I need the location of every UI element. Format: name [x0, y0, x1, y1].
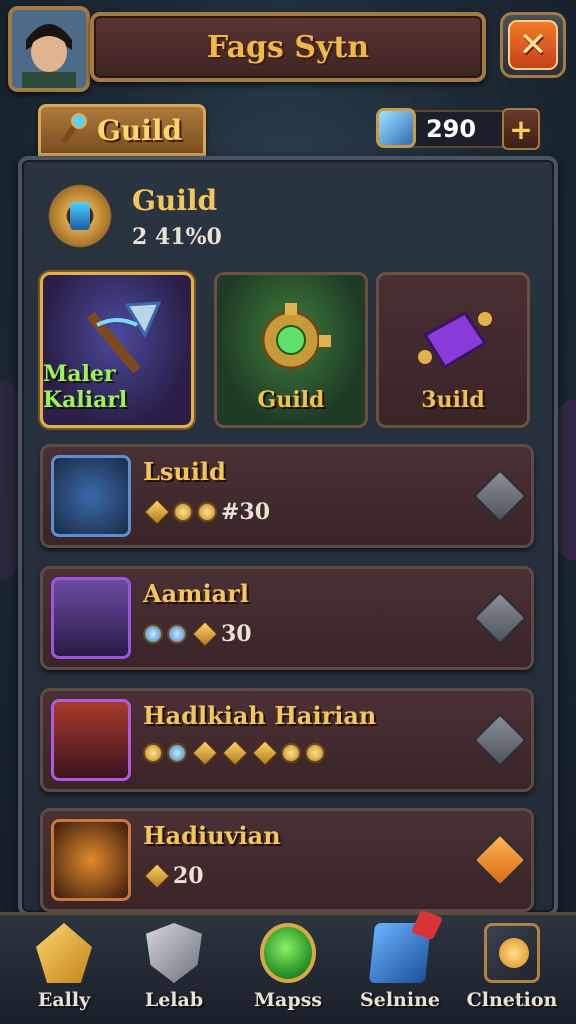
chevron-right-icon[interactable] [473, 713, 527, 767]
coin-icon [167, 624, 187, 644]
nav-item-eally[interactable]: Eally [14, 915, 114, 1024]
player-portrait-icon [12, 10, 86, 88]
close-button[interactable]: ✕ [500, 12, 566, 78]
gem-icon [376, 108, 416, 148]
diamond-icon [222, 740, 248, 766]
chevron-right-icon[interactable] [473, 591, 527, 645]
category-card-2[interactable]: Guild [214, 272, 368, 428]
title-banner: Fags Sytn [90, 12, 486, 82]
guild-amulet-icon [261, 303, 331, 370]
list-item-4-title: Hadiuvian [143, 821, 281, 850]
axe-icon [51, 455, 131, 537]
guild-subtitle: 2 41%0 [132, 224, 222, 250]
nav-item-mapss[interactable]: Mapss [238, 915, 338, 1024]
chevron-right-icon[interactable] [473, 469, 527, 523]
guild-name: Guild [132, 184, 218, 217]
map-orb-icon [260, 923, 316, 983]
chevron-right-icon[interactable] [473, 833, 527, 887]
list-item-1-title: Lsuild [143, 457, 226, 486]
list-item-4-value: 20 [173, 863, 204, 889]
coin-icon [143, 743, 163, 763]
coin-icon [173, 502, 193, 522]
category-card-3[interactable]: 3uild [376, 272, 530, 428]
list-item-4[interactable]: Hadiuvian 20 [40, 808, 534, 912]
collection-icon [484, 923, 540, 983]
list-item-1[interactable]: Lsuild #30 [40, 444, 534, 548]
bottom-nav: Eally Lelab Mapss Selnine Clnetion [0, 912, 576, 1024]
shield-icon [146, 923, 202, 983]
list-item-1-value: #30 [221, 499, 271, 525]
coin-icon [305, 743, 325, 763]
weapon-axe-icon [86, 301, 162, 374]
diamond-icon [144, 499, 170, 525]
crystal-icon [36, 923, 92, 983]
list-item-2-stats: 30 [143, 621, 252, 647]
diamond-icon [192, 621, 218, 647]
diamond-icon [192, 740, 218, 766]
page-title: Fags Sytn [206, 29, 370, 65]
currency-display: 290 + [376, 108, 540, 150]
list-item-3[interactable]: Hadlkiah Hairian [40, 688, 534, 792]
add-currency-button[interactable]: + [502, 108, 540, 150]
hero-portrait-icon [51, 577, 131, 659]
nav-item-clnetion[interactable]: Clnetion [462, 915, 562, 1024]
coin-icon [281, 743, 301, 763]
tab-guild[interactable]: Guild [38, 104, 206, 156]
list-item-3-title: Hadlkiah Hairian [143, 701, 377, 730]
category-card-3-label: 3uild [421, 387, 485, 413]
list-item-3-stats [143, 740, 327, 766]
diamond-icon [252, 740, 278, 766]
nav-item-eally-label: Eally [37, 989, 91, 1011]
nav-item-clnetion-label: Clnetion [466, 989, 558, 1011]
nav-item-lelab[interactable]: Lelab [124, 915, 224, 1024]
coin-icon [197, 502, 217, 522]
nav-item-selnine[interactable]: Selnine [350, 915, 450, 1024]
nav-item-selnine-label: Selnine [360, 989, 440, 1011]
category-card-1[interactable]: Maler Kaliarl [40, 272, 194, 428]
heroine-portrait-icon [51, 699, 131, 781]
gem-cube-icon [368, 923, 432, 983]
tab-guild-label: Guild [97, 113, 183, 147]
category-card-2-label: Guild [257, 387, 325, 413]
coin-icon [167, 743, 187, 763]
close-icon: ✕ [508, 20, 558, 70]
guild-emblem-icon [44, 180, 116, 252]
nav-item-mapss-label: Mapss [253, 989, 323, 1011]
list-item-1-stats: #30 [143, 499, 270, 525]
staff-icon [60, 113, 87, 145]
coin-icon [143, 624, 163, 644]
diamond-icon [144, 863, 170, 889]
list-item-2[interactable]: Aamiarl 30 [40, 566, 534, 670]
list-item-2-value: 30 [221, 621, 252, 647]
list-item-2-title: Aamiarl [143, 579, 249, 608]
category-cards: Maler Kaliarl Guild 3uild [40, 272, 534, 428]
list-item-4-stats: 20 [143, 863, 204, 889]
warrior-portrait-icon [51, 819, 131, 901]
nav-item-lelab-label: Lelab [144, 989, 204, 1011]
player-avatar[interactable] [8, 6, 90, 92]
purple-scroll-icon [418, 311, 492, 370]
guild-header: Guild 2 41%0 [44, 180, 344, 260]
